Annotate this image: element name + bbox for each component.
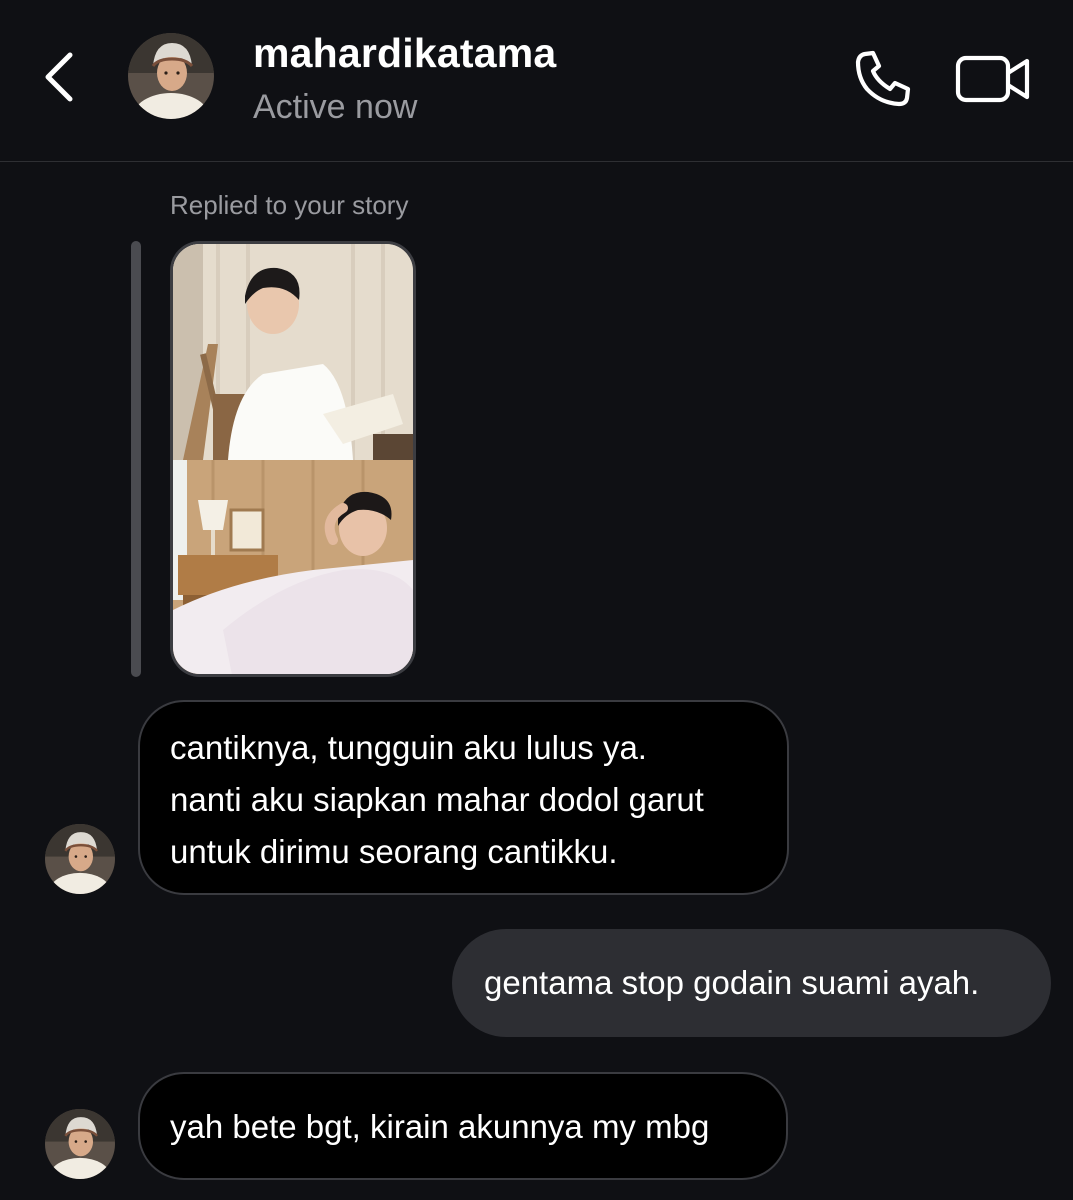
back-button[interactable] xyxy=(30,44,90,110)
active-status: Active now xyxy=(253,88,418,126)
story-photo-top xyxy=(173,244,413,460)
message-bubble-incoming[interactable]: yah bete bgt, kirain akunnya my mbg xyxy=(138,1072,788,1180)
chat-username[interactable]: mahardikatama xyxy=(253,30,556,77)
message-text-line: yah bete bgt, kirain akunnya my mbg xyxy=(170,1108,710,1145)
profile-photo xyxy=(128,33,214,119)
sender-avatar[interactable] xyxy=(45,824,115,894)
message-bubble-outgoing[interactable]: gentama stop godain suami ayah. xyxy=(452,929,1051,1037)
sender-avatar[interactable] xyxy=(45,1109,115,1179)
story-thumbnail[interactable] xyxy=(170,241,416,677)
reply-indicator-bar xyxy=(131,241,141,677)
video-camera-icon xyxy=(955,55,1030,103)
message-text-line: untuk dirimu seorang cantikku. xyxy=(170,833,618,870)
profile-photo xyxy=(45,824,115,894)
chat-header: mahardikatama Active now xyxy=(0,0,1073,162)
message-bubble-incoming[interactable]: cantiknya, tungguin aku lulus ya. nanti … xyxy=(138,700,789,895)
voice-call-button[interactable] xyxy=(848,44,918,114)
message-text-line: nanti aku siapkan mahar dodol garut xyxy=(170,781,704,818)
story-photo-bottom xyxy=(173,460,413,674)
message-text-line: cantiknya, tungguin aku lulus ya. xyxy=(170,729,647,766)
phone-icon xyxy=(855,50,911,107)
avatar[interactable] xyxy=(128,33,214,119)
video-call-button[interactable] xyxy=(950,44,1036,114)
story-reply-caption: Replied to your story xyxy=(170,190,409,220)
chevron-left-icon xyxy=(45,52,73,102)
message-text-line: gentama stop godain suami ayah. xyxy=(484,964,980,1001)
profile-photo xyxy=(45,1109,115,1179)
chat-screen: mahardikatama Active now Replied to your… xyxy=(0,0,1073,1200)
